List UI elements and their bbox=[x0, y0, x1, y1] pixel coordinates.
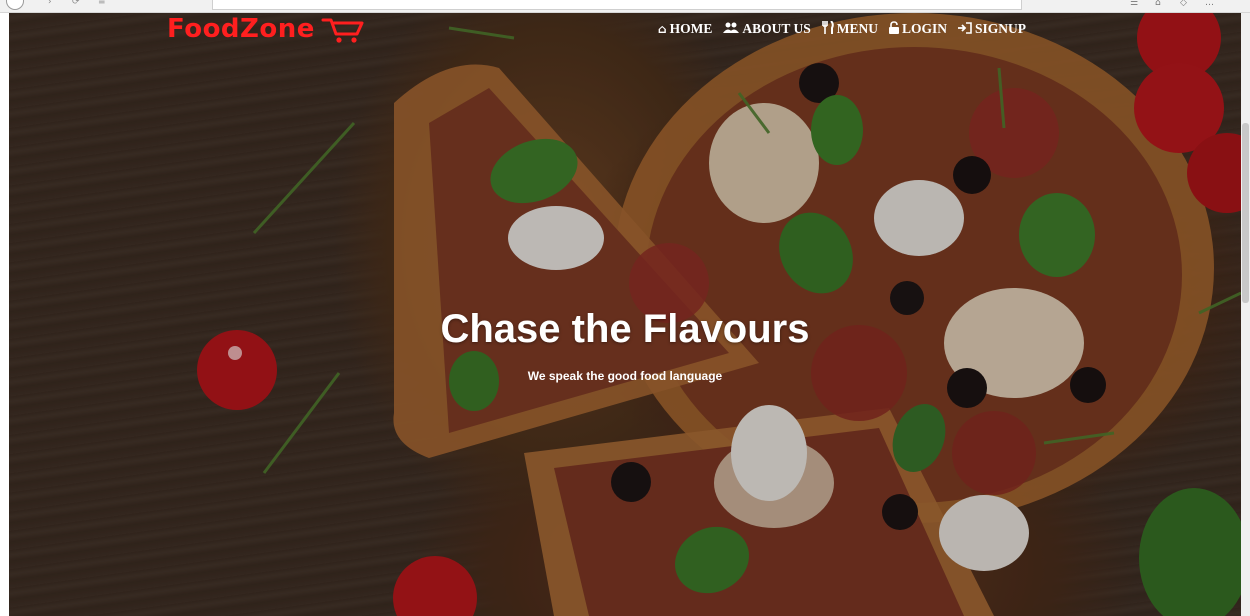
nav-menu-label: MENU bbox=[836, 21, 878, 36]
nav-signup-label: SIGNUP bbox=[975, 21, 1027, 36]
address-bar[interactable] bbox=[212, 0, 1022, 10]
share-icon[interactable]: ◇ bbox=[1180, 0, 1187, 8]
menu-icon[interactable]: ≡ bbox=[98, 0, 106, 7]
brand-logo[interactable]: FoodZone bbox=[167, 14, 365, 44]
home-icon: ⌂ bbox=[658, 22, 667, 36]
cart-icon bbox=[321, 18, 364, 43]
nav-login-label: LOGIN bbox=[902, 21, 948, 36]
nav-signup[interactable]: SIGNUP bbox=[958, 21, 1026, 37]
nav-menu[interactable]: MENU bbox=[821, 20, 878, 37]
forward-icon[interactable]: › bbox=[48, 0, 52, 7]
hero-subtitle: We speak the good food language bbox=[527, 369, 723, 383]
main-navigation: ⌂ HOME ABOUT US MENU LOGIN SIGNUP bbox=[658, 20, 1037, 37]
users-icon bbox=[723, 22, 740, 37]
cutlery-icon bbox=[821, 20, 834, 37]
favorites-icon[interactable]: ☰ bbox=[1130, 0, 1138, 8]
nav-home[interactable]: ⌂ HOME bbox=[658, 21, 712, 37]
scrollbar-thumb[interactable] bbox=[1242, 123, 1249, 303]
sign-in-icon bbox=[958, 21, 972, 37]
settings-icon[interactable]: … bbox=[1205, 0, 1214, 8]
refresh-icon[interactable]: ⟳ bbox=[72, 0, 80, 7]
nav-about-us[interactable]: ABOUT US bbox=[723, 21, 811, 37]
nav-about-us-label: ABOUT US bbox=[742, 21, 811, 36]
nav-login[interactable]: LOGIN bbox=[889, 21, 947, 37]
back-button[interactable] bbox=[6, 0, 24, 10]
brand-name: FoodZone bbox=[167, 14, 315, 44]
page-scrollbar[interactable] bbox=[1241, 13, 1250, 616]
nav-home-label: HOME bbox=[669, 21, 713, 36]
browser-toolbar: › ⟳ ≡ ☰ ⌂ ◇ … bbox=[0, 0, 1250, 13]
lock-icon bbox=[889, 21, 899, 37]
extension-icon[interactable]: ⌂ bbox=[1155, 0, 1161, 8]
hero-title: Chase the Flavours bbox=[440, 307, 810, 351]
